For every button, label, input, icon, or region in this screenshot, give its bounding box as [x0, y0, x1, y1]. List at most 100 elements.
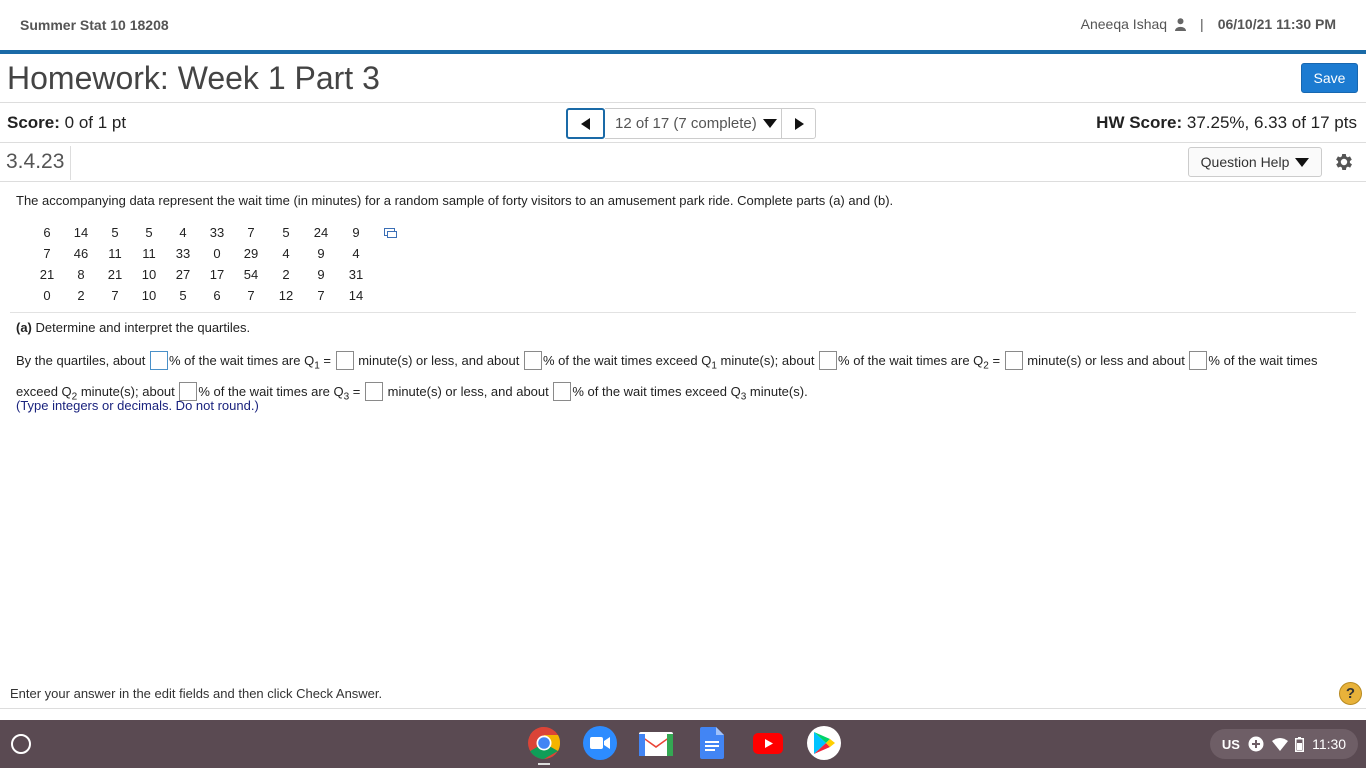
os-shelf: [0, 720, 1366, 768]
score: Score: 0 of 1 pt: [7, 113, 126, 133]
question-intro: The accompanying data represent the wait…: [16, 193, 894, 208]
question-select-dropdown[interactable]: 12 of 17 (7 complete): [605, 108, 781, 139]
table-cell: 4: [179, 225, 187, 240]
user-name[interactable]: Aneeqa Ishaq: [1081, 16, 1167, 32]
header-datetime: 06/10/21 11:30 PM: [1217, 16, 1336, 32]
table-cell: 33: [175, 246, 191, 261]
video-camera-icon: [590, 737, 610, 749]
divider: [10, 312, 1356, 313]
data-table: 6 14 5 5 4 33 7 5 24 9 7 46 11 11 33 0 2…: [32, 222, 376, 306]
top-bar: Summer Stat 10 18208 Aneeqa Ishaq | 06/1…: [0, 0, 1366, 50]
question-help-button[interactable]: Question Help: [1188, 147, 1322, 177]
table-cell: 21: [39, 267, 55, 282]
q1-below-percent-input[interactable]: [149, 351, 168, 371]
docs-logo-icon: [700, 727, 724, 759]
play-store-icon[interactable]: [807, 726, 841, 760]
table-cell: 21: [107, 267, 123, 282]
youtube-logo-icon: [753, 732, 783, 754]
launcher-icon[interactable]: [11, 734, 31, 754]
divider: [0, 181, 1366, 182]
table-cell: 10: [141, 267, 157, 282]
question-position: 12 of 17 (7 complete): [615, 115, 757, 132]
wifi-icon: [1271, 737, 1288, 751]
divider: [70, 146, 71, 180]
triangle-down-icon: [762, 119, 777, 128]
q2-value-input[interactable]: [1004, 351, 1023, 371]
answer-text: =: [349, 383, 364, 399]
question-id: 3.4.23: [6, 150, 65, 173]
divider: [0, 142, 1366, 143]
q1-above-percent-input[interactable]: [523, 351, 542, 371]
status-message: Enter your answer in the edit fields and…: [10, 686, 383, 701]
table-cell: 0: [213, 246, 221, 261]
clock: 11:30: [1312, 736, 1347, 752]
table-row: 21 8 21 10 27 17 54 2 9 31: [32, 264, 376, 285]
user-icon: [1175, 17, 1187, 31]
table-cell: 17: [209, 267, 225, 282]
divider: [0, 708, 1366, 709]
table-cell: 9: [317, 267, 325, 282]
divider: [0, 102, 1366, 103]
q2-above-percent-input[interactable]: [1189, 351, 1208, 371]
save-button[interactable]: Save: [1301, 63, 1358, 93]
chrome-logo-icon: [528, 726, 561, 760]
page-title: Homework: Week 1 Part 3: [7, 60, 380, 96]
answer-text: minute(s); about: [716, 353, 819, 368]
table-cell: 12: [278, 288, 294, 303]
answer-text: =: [319, 353, 335, 368]
next-question-button[interactable]: [781, 108, 816, 139]
part-a-text: Determine and interpret the quartiles.: [31, 320, 251, 335]
play-store-logo-icon: [814, 732, 835, 754]
input-language: US: [1221, 736, 1240, 752]
table-cell: 11: [108, 246, 122, 261]
q3-above-percent-input[interactable]: [553, 381, 572, 401]
gmail-icon[interactable]: [639, 726, 673, 760]
table-cell: 31: [348, 267, 364, 282]
system-tray[interactable]: US 11:30: [1210, 729, 1358, 759]
table-cell: 7: [43, 246, 51, 261]
add-circle-icon: [1248, 736, 1264, 752]
table-cell: 7: [317, 288, 325, 303]
answer-text: % of the wait times exceed Q: [572, 383, 741, 399]
gear-icon[interactable]: [1333, 151, 1355, 173]
table-cell: 9: [352, 225, 360, 240]
triangle-down-icon: [1295, 157, 1310, 167]
question-navigator: 12 of 17 (7 complete): [566, 108, 816, 139]
hw-score: HW Score: 37.25%, 6.33 of 17 pts: [1096, 113, 1357, 133]
q3-value-input[interactable]: [365, 381, 383, 401]
table-cell: 46: [73, 246, 89, 261]
q1-value-input[interactable]: [335, 351, 354, 371]
table-cell: 24: [313, 225, 329, 240]
copy-data-icon[interactable]: [384, 228, 397, 238]
table-cell: 27: [175, 267, 191, 282]
previous-question-button[interactable]: [566, 108, 605, 139]
table-cell: 33: [209, 225, 225, 240]
chrome-icon[interactable]: [527, 726, 561, 760]
table-row: 7 46 11 11 33 0 29 4 9 4: [32, 243, 376, 264]
triangle-right-icon: [794, 117, 804, 130]
table-cell: 9: [317, 246, 325, 261]
part-a-prompt: (a) Determine and interpret the quartile…: [16, 320, 250, 335]
docs-icon[interactable]: [695, 726, 729, 760]
zoom-icon[interactable]: [583, 726, 617, 760]
table-cell: 0: [43, 288, 51, 303]
hw-score-label: HW Score:: [1096, 113, 1183, 132]
answer-text: % of the wait times are Q: [168, 353, 315, 368]
table-cell: 14: [348, 288, 364, 303]
active-app-indicator: [538, 763, 550, 765]
table-cell: 14: [73, 225, 89, 240]
youtube-icon[interactable]: [751, 726, 785, 760]
q2-below-percent-input[interactable]: [819, 351, 838, 371]
help-icon[interactable]: ?: [1339, 682, 1362, 705]
course-name[interactable]: Summer Stat 10 18208: [20, 17, 169, 33]
table-cell: 54: [243, 267, 259, 282]
table-cell: 7: [247, 288, 255, 303]
table-cell: 5: [282, 225, 290, 240]
table-cell: 5: [145, 225, 153, 240]
answer-text: % of the wait times exceed Q: [542, 353, 712, 368]
question-help-label: Question Help: [1200, 154, 1290, 170]
hw-score-value: 37.25%, 6.33 of 17 pts: [1182, 113, 1357, 132]
score-value: 0 of 1 pt: [59, 113, 127, 132]
table-cell: 5: [179, 288, 187, 303]
header-separator: |: [1200, 16, 1204, 32]
